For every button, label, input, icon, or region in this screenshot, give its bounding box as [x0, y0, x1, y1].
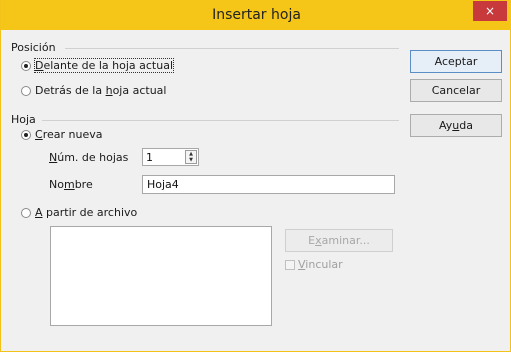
file-sheet-list[interactable] — [50, 226, 272, 326]
position-section-label: Posición — [11, 41, 56, 54]
radio-indicator-checked[interactable] — [21, 60, 31, 71]
radio-before-label: Delante de la hoja actual — [33, 58, 175, 73]
insert-sheet-dialog: Insertar hoja × Posición Delante de la h… — [0, 0, 511, 352]
radio-indicator[interactable] — [21, 207, 31, 218]
radio-create-new-label: Crear nueva — [35, 128, 103, 141]
position-section-divider — [65, 48, 399, 49]
link-checkbox-label: Vincular — [298, 258, 343, 271]
close-button[interactable]: × — [473, 1, 507, 21]
title-bar[interactable]: Insertar hoja × — [1, 0, 511, 30]
sheet-count-stepper[interactable]: ▲ ▼ — [142, 148, 199, 166]
sheet-count-input[interactable] — [143, 149, 186, 165]
sheet-count-label: Núm. de hojas — [49, 151, 129, 164]
radio-indicator[interactable] — [21, 85, 31, 96]
sheet-name-input[interactable] — [142, 175, 395, 194]
radio-after-current-sheet[interactable]: Detrás de la hoja actual — [21, 84, 166, 97]
radio-from-file-label: A partir de archivo — [35, 206, 138, 219]
stepper-buttons[interactable]: ▲ ▼ — [185, 150, 197, 164]
radio-before-current-sheet[interactable]: Delante de la hoja actual — [21, 58, 175, 73]
chevron-down-icon[interactable]: ▼ — [186, 157, 196, 163]
ok-button[interactable]: Aceptar — [410, 50, 502, 73]
link-checkbox[interactable]: Vincular — [285, 258, 343, 271]
browse-button[interactable]: Examinar... — [285, 229, 393, 252]
radio-indicator-checked[interactable] — [21, 129, 31, 140]
cancel-button[interactable]: Cancelar — [410, 79, 502, 102]
radio-from-file[interactable]: A partir de archivo — [21, 206, 137, 219]
sheet-section-label: Hoja — [11, 113, 36, 126]
checkbox-indicator[interactable] — [285, 259, 295, 270]
help-button[interactable]: Ayuda — [410, 114, 502, 137]
radio-create-new[interactable]: Crear nueva — [21, 128, 102, 141]
close-icon: × — [484, 4, 496, 18]
radio-after-label: Detrás de la hoja actual — [35, 84, 167, 97]
sheet-section-divider — [42, 120, 399, 121]
dialog-title: Insertar hoja — [212, 7, 301, 23]
sheet-name-label: Nombre — [49, 178, 93, 191]
